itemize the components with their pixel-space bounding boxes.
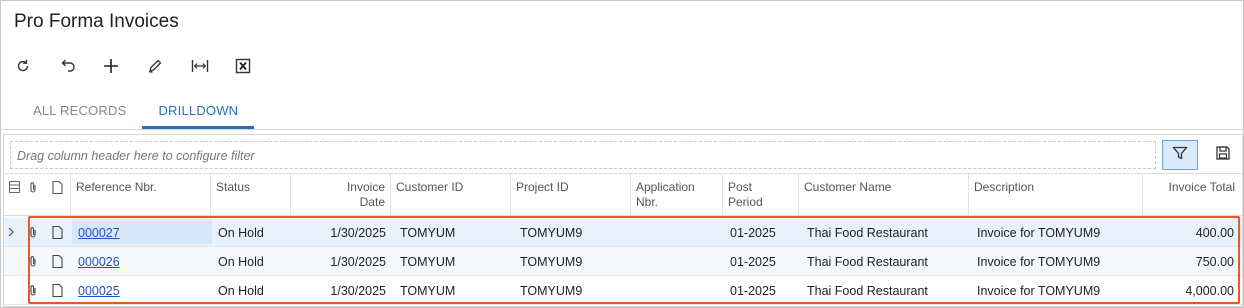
note-icon[interactable] <box>48 254 66 268</box>
invoice-date-cell: 1/30/2025 <box>330 284 386 298</box>
customer-name-cell: Thai Food Restaurant <box>807 284 928 298</box>
pencil-icon <box>147 58 163 74</box>
col-invoice-date-line2: Date <box>359 195 385 209</box>
col-application-nbr-line2: Nbr. <box>636 195 659 209</box>
tab-divider <box>1 129 1244 130</box>
table-row[interactable]: 000026 On Hold 1/30/2025 TOMYUM TOMYUM9 … <box>4 247 1242 276</box>
excel-icon <box>235 58 251 74</box>
tab-all-records[interactable]: ALL RECORDS <box>17 91 142 129</box>
refresh-button[interactable] <box>13 53 57 79</box>
customer-id-cell: TOMYUM <box>400 284 456 298</box>
col-description[interactable]: Description <box>968 174 1142 215</box>
col-invoice-date[interactable]: Invoice Date <box>290 174 390 215</box>
pro-forma-invoices-screen: Pro Forma Invoices ALL RECORDS DRILLDOWN… <box>0 0 1244 308</box>
refresh-icon <box>15 58 31 74</box>
status-cell: On Hold <box>218 226 264 240</box>
plus-icon <box>103 58 119 74</box>
toolbar <box>13 53 277 79</box>
save-icon <box>1215 145 1231 166</box>
col-project-id[interactable]: Project ID <box>510 174 630 215</box>
tab-bar: ALL RECORDS DRILLDOWN <box>17 91 255 129</box>
fit-columns-button[interactable] <box>189 53 233 79</box>
attachment-header-icon <box>24 180 42 194</box>
col-invoice-total[interactable]: Invoice Total <box>1142 174 1240 215</box>
filter-button[interactable] <box>1162 140 1198 170</box>
page-title: Pro Forma Invoices <box>14 11 179 32</box>
save-filter-button[interactable] <box>1212 144 1234 166</box>
row-selected-indicator-icon <box>6 225 16 239</box>
invoice-total-cell: 4,000.00 <box>1185 284 1234 298</box>
col-customer-id[interactable]: Customer ID <box>390 174 510 215</box>
status-cell: On Hold <box>218 284 264 298</box>
application-nbr-cell <box>634 218 722 246</box>
col-post-period[interactable]: Post Period <box>722 174 798 215</box>
undo-button[interactable] <box>57 53 101 79</box>
table-row[interactable]: 000025 On Hold 1/30/2025 TOMYUM TOMYUM9 … <box>4 276 1242 305</box>
description-cell: Invoice for TOMYUM9 <box>977 226 1101 240</box>
export-excel-button[interactable] <box>233 53 277 79</box>
project-id-cell: TOMYUM9 <box>520 255 583 269</box>
customer-id-cell: TOMYUM <box>400 226 456 240</box>
col-post-period-line2: Period <box>728 195 763 209</box>
col-customer-name[interactable]: Customer Name <box>798 174 968 215</box>
customer-name-cell: Thai Food Restaurant <box>807 255 928 269</box>
filter-drop-zone[interactable]: Drag column header here to configure fil… <box>10 141 1156 169</box>
col-reference-nbr[interactable]: Reference Nbr. <box>70 174 210 215</box>
description-cell: Invoice for TOMYUM9 <box>977 284 1101 298</box>
reference-nbr-link[interactable]: 000025 <box>72 276 210 304</box>
invoices-grid: Drag column header here to configure fil… <box>3 134 1243 307</box>
customer-id-cell: TOMYUM <box>400 255 456 269</box>
col-post-period-line1: Post <box>728 180 753 194</box>
row-settings-icon[interactable] <box>6 180 22 194</box>
note-icon[interactable] <box>48 225 66 239</box>
table-row[interactable]: 000027 On Hold 1/30/2025 TOMYUM TOMYUM9 … <box>4 218 1242 247</box>
status-cell: On Hold <box>218 255 264 269</box>
col-application-nbr[interactable]: Application Nbr. <box>630 174 722 215</box>
tab-drilldown[interactable]: DRILLDOWN <box>142 91 255 129</box>
post-period-cell: 01-2025 <box>730 255 776 269</box>
project-id-cell: TOMYUM9 <box>520 226 583 240</box>
edit-button[interactable] <box>145 53 189 79</box>
col-invoice-date-line1: Invoice <box>346 180 385 194</box>
note-header-icon <box>48 180 66 194</box>
reference-nbr-link[interactable]: 000026 <box>72 247 210 275</box>
undo-icon <box>59 58 77 74</box>
attachment-icon[interactable] <box>24 283 42 297</box>
add-button[interactable] <box>101 53 145 79</box>
post-period-cell: 01-2025 <box>730 226 776 240</box>
invoice-total-cell: 750.00 <box>1195 255 1234 269</box>
customer-name-cell: Thai Food Restaurant <box>807 226 928 240</box>
attachment-icon[interactable] <box>24 225 42 239</box>
reference-nbr-link[interactable]: 000027 <box>72 218 210 246</box>
description-cell: Invoice for TOMYUM9 <box>977 255 1101 269</box>
col-application-nbr-line1: Application <box>636 180 695 194</box>
fit-width-icon <box>191 58 209 74</box>
col-status[interactable]: Status <box>210 174 290 215</box>
invoice-date-cell: 1/30/2025 <box>330 255 386 269</box>
application-nbr-cell <box>634 247 722 275</box>
filter-icon <box>1172 145 1188 166</box>
invoice-date-cell: 1/30/2025 <box>330 226 386 240</box>
grid-header: Reference Nbr. Status Invoice Date Custo… <box>4 173 1242 216</box>
note-icon[interactable] <box>48 283 66 297</box>
project-id-cell: TOMYUM9 <box>520 284 583 298</box>
post-period-cell: 01-2025 <box>730 284 776 298</box>
application-nbr-cell <box>634 276 722 304</box>
attachment-icon[interactable] <box>24 254 42 268</box>
invoice-total-cell: 400.00 <box>1195 226 1234 240</box>
